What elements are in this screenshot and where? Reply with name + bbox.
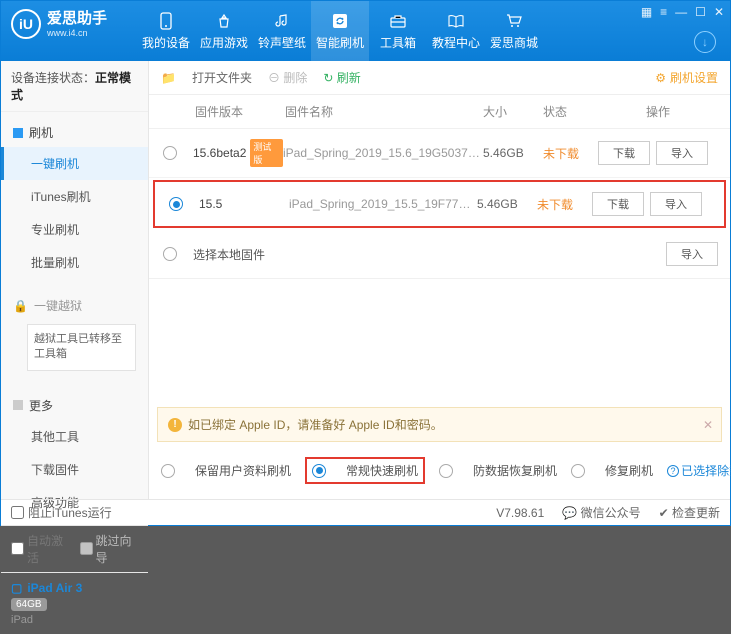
lock-icon: 🔒	[13, 299, 28, 313]
firmware-row[interactable]: 15.5 iPad_Spring_2019_15.5_19F77_Restore…	[153, 180, 726, 228]
toolbar: 📁 打开文件夹 ⊖ 删除 ↻ 刷新 ⚙刷机设置	[149, 61, 730, 95]
square-icon	[13, 128, 23, 138]
auto-activate-checkbox[interactable]: 自动激活	[11, 532, 70, 566]
nav-flash[interactable]: 智能刷机	[311, 1, 369, 61]
radio-button[interactable]	[163, 247, 177, 261]
radio-button[interactable]	[571, 464, 585, 478]
wechat-icon: 💬	[562, 506, 577, 520]
wechat-link[interactable]: 💬 微信公众号	[562, 504, 640, 521]
refresh-icon	[330, 11, 350, 31]
sidebar: 设备连接状态：正常模式 刷机 一键刷机 iTunes刷机 专业刷机 批量刷机 🔒…	[1, 61, 149, 499]
flash-mode-bar: 保留用户资料刷机 常规快速刷机 防数据恢复刷机 修复刷机 ?已选择除数据？ 立即…	[149, 442, 730, 499]
skip-guide-checkbox[interactable]: 跳过向导	[80, 532, 139, 566]
device-info[interactable]: ▢iPad Air 3 64GB iPad	[1, 572, 148, 634]
close-warning-icon[interactable]: ✕	[703, 418, 713, 432]
nav-my-device[interactable]: 我的设备	[137, 1, 195, 61]
download-button[interactable]: 下载	[592, 192, 644, 216]
sidebar-item-itunes[interactable]: iTunes刷机	[1, 180, 148, 213]
book-icon	[446, 11, 466, 31]
music-icon	[272, 11, 292, 31]
tablet-icon: ▢	[11, 581, 22, 595]
sidebar-header-more: 更多	[1, 391, 148, 420]
menu-icon[interactable]: ▦	[641, 5, 652, 19]
exclude-data-link[interactable]: ?已选择除数据？	[667, 462, 731, 479]
sidebar-header-jailbreak: 🔒一键越狱	[1, 291, 148, 320]
flash-settings-button[interactable]: ⚙刷机设置	[655, 69, 718, 86]
sidebar-item-pro[interactable]: 专业刷机	[1, 213, 148, 246]
radio-button[interactable]	[439, 464, 453, 478]
sidebar-item-other[interactable]: 其他工具	[1, 420, 148, 453]
info-icon: ?	[667, 465, 679, 477]
mode-keep-data[interactable]: 保留用户资料刷机	[161, 462, 291, 479]
delete-button[interactable]: ⊖ 删除	[268, 69, 307, 86]
phone-icon	[156, 11, 176, 31]
beta-badge: 测试版	[250, 139, 283, 167]
nav-store[interactable]: 爱思商城	[485, 1, 543, 61]
warning-icon: !	[168, 418, 182, 432]
radio-button[interactable]	[161, 464, 175, 478]
cart-icon	[504, 11, 524, 31]
block-itunes-checkbox[interactable]: 阻止iTunes运行	[11, 504, 112, 521]
radio-button[interactable]	[312, 464, 326, 478]
main-content: 📁 打开文件夹 ⊖ 删除 ↻ 刷新 ⚙刷机设置 固件版本 固件名称 大小 状态 …	[149, 61, 730, 499]
nav-apps[interactable]: 应用游戏	[195, 1, 253, 61]
download-indicator-icon[interactable]: ↓	[694, 31, 716, 53]
local-firmware-row[interactable]: 选择本地固件 导入	[149, 230, 730, 279]
firmware-list: 15.6beta2测试版 iPad_Spring_2019_15.6_19G50…	[149, 129, 730, 401]
statusbar: 阻止iTunes运行 V7.98.61 💬 微信公众号 ✔ 检查更新	[1, 499, 730, 525]
nav-ringtones[interactable]: 铃声壁纸	[253, 1, 311, 61]
table-header: 固件版本 固件名称 大小 状态 操作	[149, 95, 730, 129]
warning-bar: ! 如已绑定 Apple ID，请准备好 Apple ID和密码。 ✕	[157, 407, 722, 442]
nav-tutorials[interactable]: 教程中心	[427, 1, 485, 61]
top-nav: 我的设备 应用游戏 铃声壁纸 智能刷机 工具箱 教程中心 爱思商城	[137, 1, 543, 61]
jailbreak-note: 越狱工具已转移至工具箱	[27, 324, 136, 371]
import-button[interactable]: 导入	[666, 242, 718, 266]
toolbox-icon	[388, 11, 408, 31]
mode-normal[interactable]: 常规快速刷机	[305, 457, 425, 484]
sidebar-header-flash: 刷机	[1, 118, 148, 147]
folder-icon: 📁	[161, 71, 176, 85]
app-icon	[214, 11, 234, 31]
sidebar-item-batch[interactable]: 批量刷机	[1, 246, 148, 279]
minimize-icon[interactable]: —	[675, 5, 687, 19]
connection-status: 设备连接状态：正常模式	[1, 61, 148, 112]
gear-icon: ⚙	[655, 71, 666, 85]
sidebar-item-download[interactable]: 下载固件	[1, 453, 148, 486]
mode-recovery[interactable]: 防数据恢复刷机	[439, 462, 557, 479]
firmware-row[interactable]: 15.6beta2测试版 iPad_Spring_2019_15.6_19G50…	[149, 129, 730, 178]
open-folder-button[interactable]: 打开文件夹	[192, 69, 252, 86]
radio-button[interactable]	[163, 146, 177, 160]
radio-button[interactable]	[169, 197, 183, 211]
import-button[interactable]: 导入	[656, 141, 708, 165]
logo: iU 爱思助手 www.i4.cn	[1, 1, 117, 47]
import-button[interactable]: 导入	[650, 192, 702, 216]
download-button[interactable]: 下载	[598, 141, 650, 165]
check-update-link[interactable]: ✔ 检查更新	[659, 504, 720, 521]
logo-icon: iU	[11, 9, 41, 39]
sidebar-options: 自动激活 跳过向导	[1, 525, 148, 572]
titlebar: iU 爱思助手 www.i4.cn 我的设备 应用游戏 铃声壁纸 智能刷机 工具…	[1, 1, 730, 61]
app-name: 爱思助手	[47, 10, 107, 28]
version-label: V7.98.61	[496, 506, 544, 520]
mode-repair[interactable]: 修复刷机	[571, 462, 653, 479]
maximize-icon[interactable]: ☐	[695, 5, 706, 19]
settings-icon[interactable]: ≡	[660, 5, 667, 19]
refresh-button[interactable]: ↻ 刷新	[323, 69, 360, 86]
sidebar-item-oneclick[interactable]: 一键刷机	[1, 147, 148, 180]
square-icon	[13, 400, 23, 410]
nav-toolbox[interactable]: 工具箱	[369, 1, 427, 61]
device-capacity: 64GB	[11, 598, 47, 611]
close-icon[interactable]: ✕	[714, 5, 724, 19]
device-type: iPad	[11, 614, 138, 626]
app-url: www.i4.cn	[47, 28, 107, 39]
window-controls: ▦ ≡ — ☐ ✕	[641, 5, 724, 19]
